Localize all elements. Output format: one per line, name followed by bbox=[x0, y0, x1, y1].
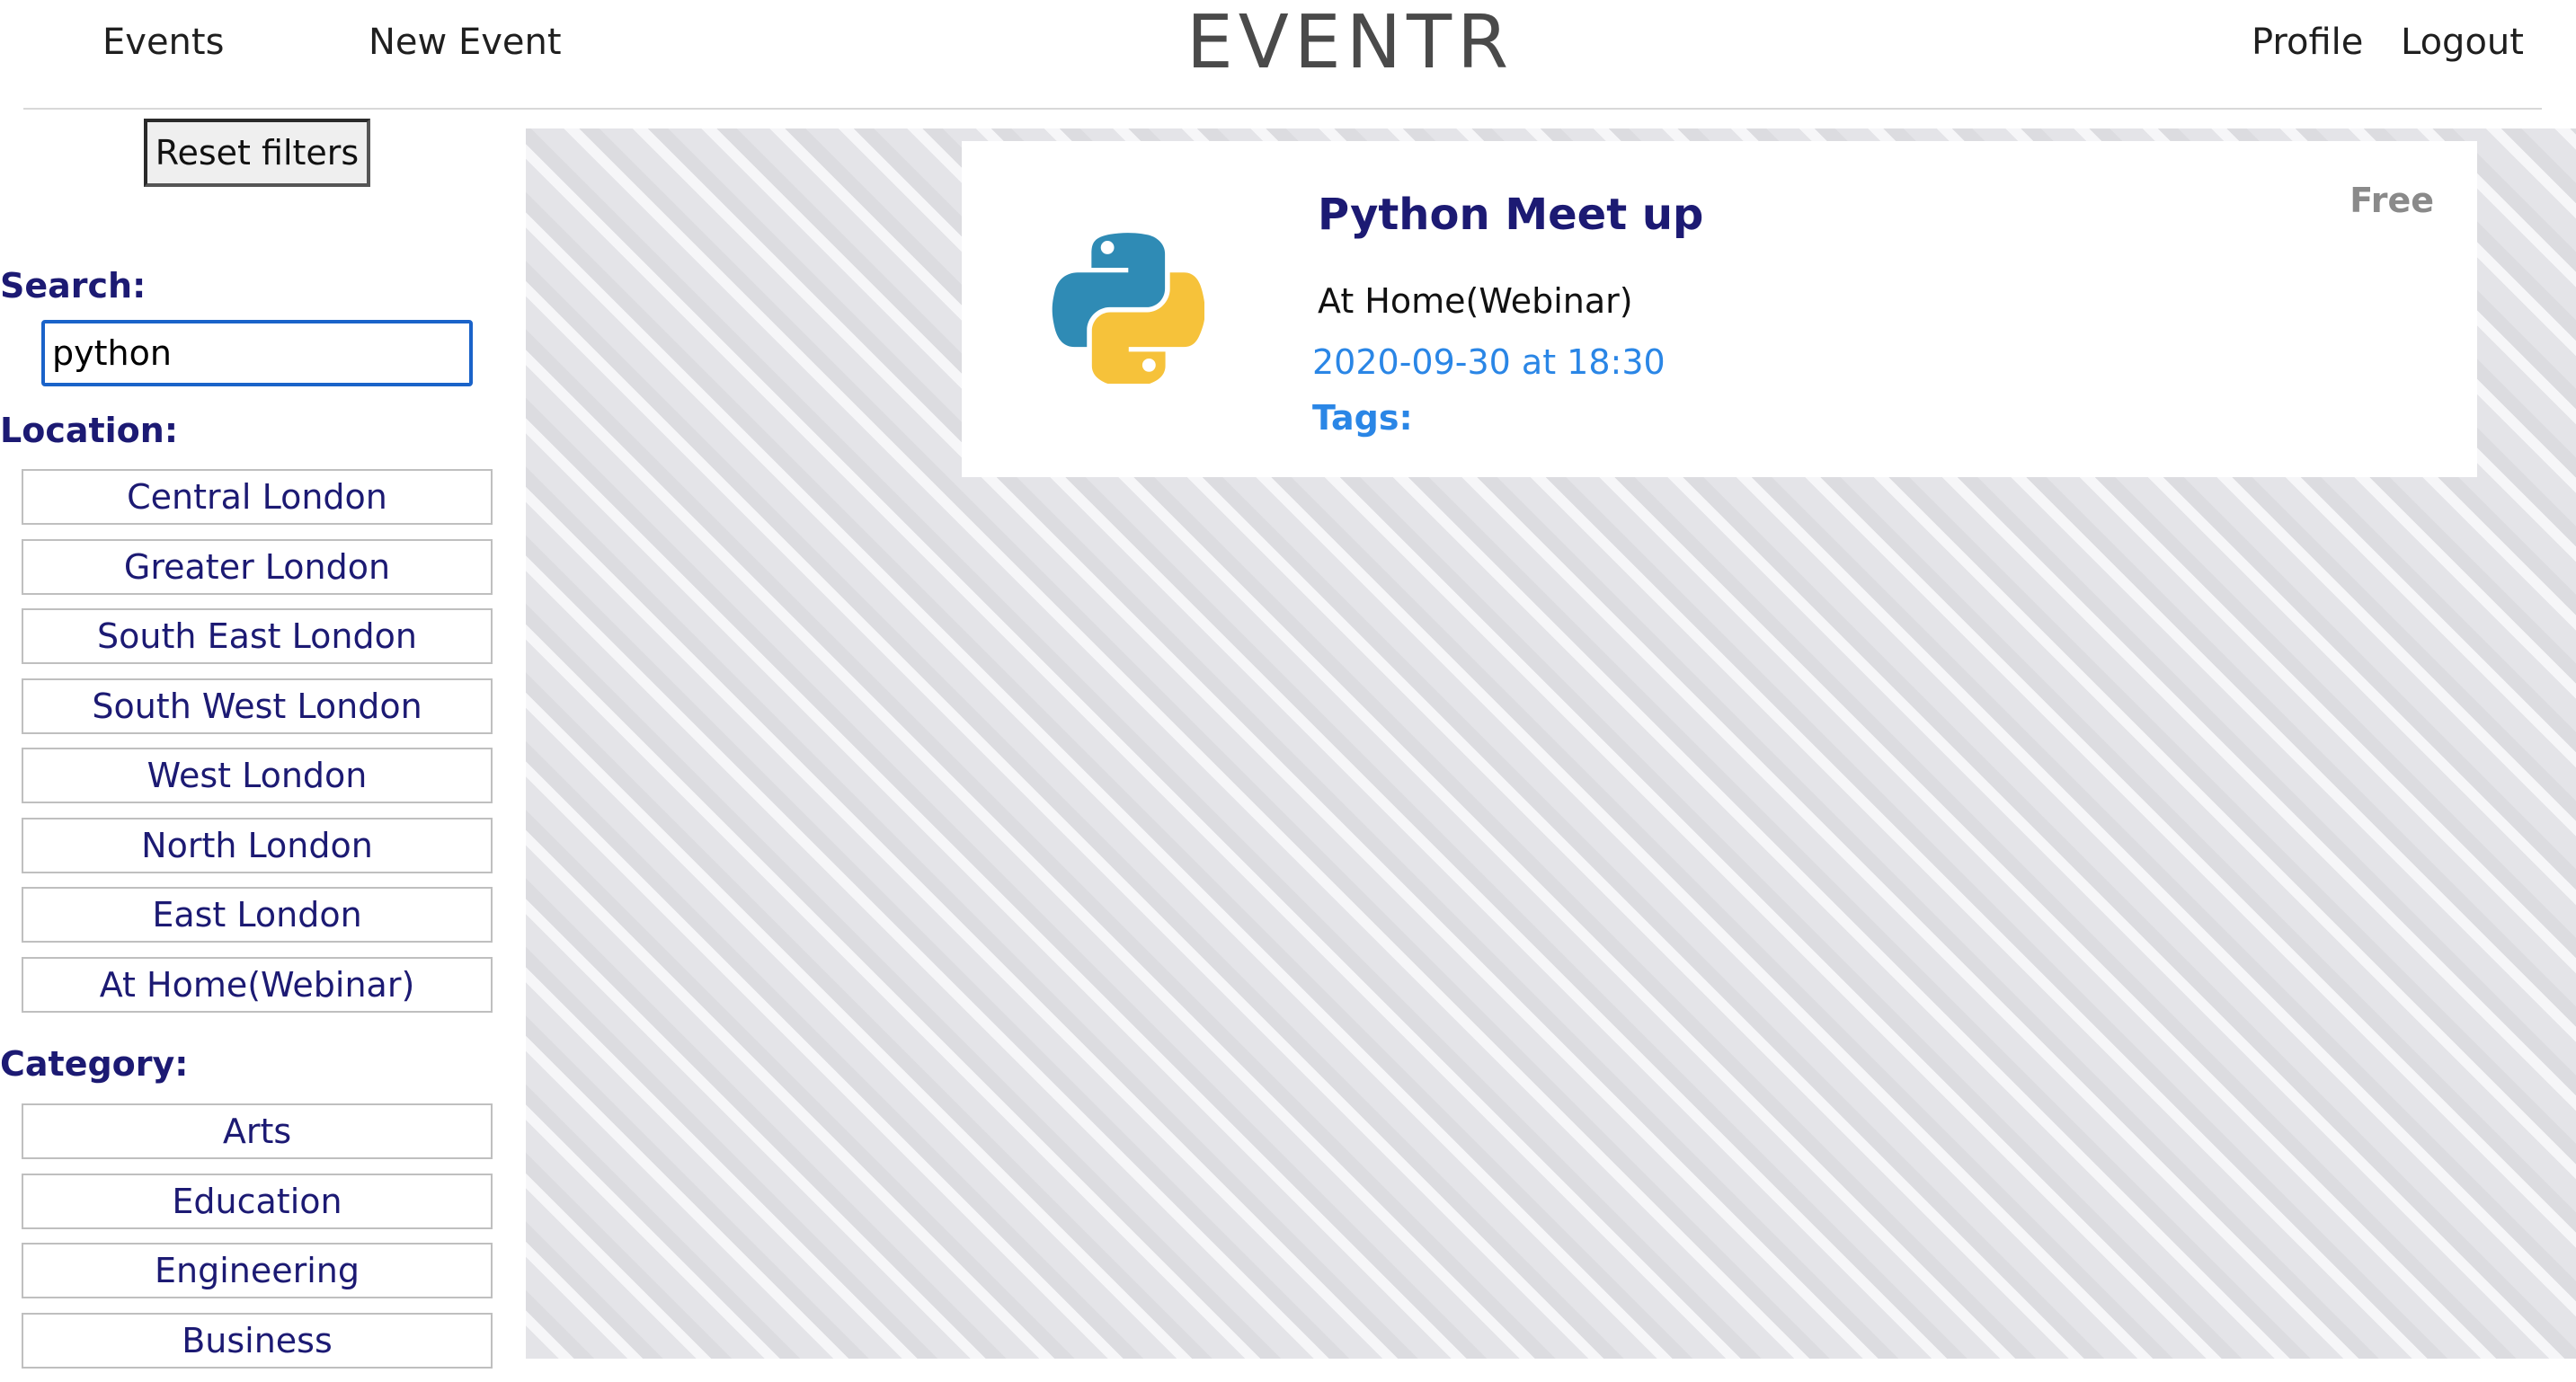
search-input[interactable] bbox=[41, 320, 473, 386]
filter-sidebar: Reset filters Search: Location: Central … bbox=[0, 110, 526, 1369]
location-heading: Location: bbox=[0, 411, 179, 450]
category-filter-business[interactable]: Business bbox=[22, 1312, 493, 1369]
nav-logout-link[interactable]: Logout bbox=[2401, 22, 2524, 63]
location-filter-central-london[interactable]: Central London bbox=[22, 469, 493, 525]
event-card[interactable]: Python Meet up At Home(Webinar) 2020-09-… bbox=[962, 141, 2477, 477]
category-filter-education[interactable]: Education bbox=[22, 1173, 493, 1229]
location-filter-at-home-webinar[interactable]: At Home(Webinar) bbox=[22, 956, 493, 1013]
events-panel: Python Meet up At Home(Webinar) 2020-09-… bbox=[526, 128, 2576, 1359]
location-filter-south-east-london[interactable]: South East London bbox=[22, 608, 493, 664]
reset-filters-button[interactable]: Reset filters bbox=[144, 119, 370, 187]
search-heading: Search: bbox=[0, 266, 147, 306]
location-filter-list: Central London Greater London South East… bbox=[22, 469, 493, 1026]
location-filter-west-london[interactable]: West London bbox=[22, 748, 493, 803]
python-logo-icon bbox=[1052, 233, 1204, 384]
category-heading: Category: bbox=[0, 1044, 189, 1084]
event-title[interactable]: Python Meet up bbox=[1318, 190, 1703, 240]
category-filter-engineering[interactable]: Engineering bbox=[22, 1243, 493, 1298]
location-filter-north-london[interactable]: North London bbox=[22, 817, 493, 873]
brand-logo[interactable]: EVENTR bbox=[1186, 0, 1514, 85]
event-tags-label: Tags: bbox=[1312, 398, 1413, 438]
location-filter-east-london[interactable]: East London bbox=[22, 887, 493, 943]
event-datetime: 2020-09-30 at 18:30 bbox=[1312, 342, 1666, 382]
nav-events-link[interactable]: Events bbox=[102, 22, 224, 63]
nav-new-event-link[interactable]: New Event bbox=[369, 22, 562, 63]
event-price-badge: Free bbox=[2349, 181, 2434, 220]
category-filter-list: Arts Education Engineering Business bbox=[22, 1103, 493, 1382]
top-navbar: Events New Event EVENTR Profile Logout bbox=[0, 0, 2576, 110]
nav-profile-link[interactable]: Profile bbox=[2252, 22, 2363, 63]
location-filter-south-west-london[interactable]: South West London bbox=[22, 678, 493, 734]
category-filter-arts[interactable]: Arts bbox=[22, 1103, 493, 1159]
location-filter-greater-london[interactable]: Greater London bbox=[22, 538, 493, 595]
event-location: At Home(Webinar) bbox=[1318, 281, 1633, 321]
